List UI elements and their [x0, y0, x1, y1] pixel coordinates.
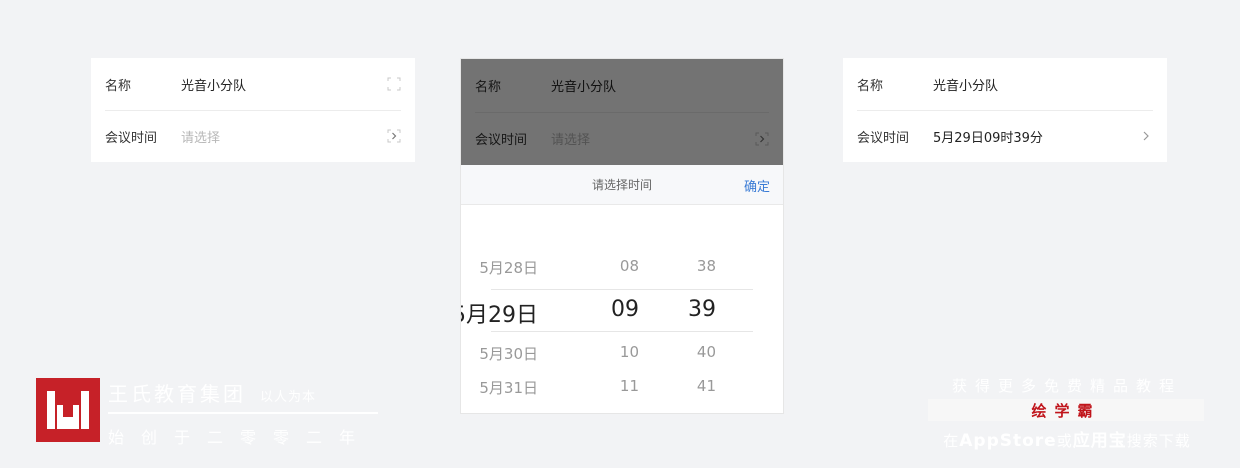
chevron-right-icon[interactable]	[1139, 129, 1153, 143]
promo-foot-yyb: 应用宝	[1072, 431, 1127, 451]
name-label: 名称	[857, 78, 884, 94]
hour-option[interactable]: 08	[620, 257, 639, 275]
promo-text: 获得更多免费精品教程	[951, 377, 1182, 395]
brand-slogan: 以人为本	[260, 390, 317, 405]
form-card-left: 名称 光音小分队 会议时间 请选择	[91, 58, 415, 162]
date-option[interactable]: 5月31日	[479, 377, 538, 398]
brand-subtitle: 始创于二零零二年	[108, 428, 373, 447]
meeting-time-row[interactable]: 会议时间 请选择	[461, 112, 783, 165]
name-value: 光音小分队	[933, 78, 999, 94]
chevron-right-icon[interactable]	[387, 129, 401, 143]
promo-footer: 在AppStore或应用宝搜索下载	[928, 426, 1206, 451]
form-card-middle: 名称 光音小分队 会议时间 请选择	[461, 59, 783, 165]
minute-option[interactable]: 40	[697, 343, 716, 361]
brand-name: 王氏教育集团 以人为本	[108, 378, 316, 407]
promo-brand-box: 绘学霸	[928, 399, 1204, 421]
hour-option[interactable]: 09	[611, 297, 639, 322]
meeting-time-placeholder: 请选择	[551, 133, 591, 148]
date-option[interactable]: 5月30日	[479, 343, 538, 364]
promo-brand: 绘学霸	[1031, 401, 1101, 420]
date-option[interactable]: 5月28日	[479, 257, 538, 278]
selection-line-bottom	[491, 331, 753, 332]
picker-wheel[interactable]: 5月28日 5月29日 5月30日 5月31日 08 09 10 11 38 39 40 41	[461, 205, 783, 413]
chevron-right-icon[interactable]	[755, 132, 769, 146]
form-card-right: 名称 光音小分队 会议时间 5月29日09时39分	[843, 58, 1167, 162]
name-label: 名称	[475, 80, 502, 95]
meeting-time-placeholder: 请选择	[181, 130, 221, 146]
minute-option[interactable]: 38	[697, 257, 716, 275]
picker-toolbar: 请选择时间 确定	[461, 165, 783, 205]
picker-title: 请选择时间	[591, 178, 652, 192]
name-row[interactable]: 名称 光音小分队	[91, 58, 415, 110]
promo-foot-appstore: AppStore	[959, 431, 1057, 451]
meeting-time-row[interactable]: 会议时间 请选择	[91, 110, 415, 162]
hour-option[interactable]: 11	[620, 377, 639, 395]
meeting-time-row[interactable]: 会议时间 5月29日09时39分	[843, 110, 1167, 162]
confirm-button[interactable]: 确定	[744, 165, 770, 205]
name-value: 光音小分队	[551, 80, 617, 95]
date-option[interactable]: 5月29日	[461, 297, 538, 329]
scan-frame-icon[interactable]	[387, 77, 401, 91]
name-value: 光音小分队	[181, 78, 247, 94]
brand-divider	[108, 412, 378, 414]
name-label: 名称	[105, 78, 132, 94]
meeting-time-value: 5月29日09时39分	[933, 130, 1043, 146]
minute-option[interactable]: 39	[688, 297, 716, 322]
name-row[interactable]: 名称 光音小分队	[843, 58, 1167, 110]
name-row[interactable]: 名称 光音小分队	[461, 59, 783, 112]
promo-foot-mid: 或	[1056, 432, 1073, 450]
hour-option[interactable]: 10	[620, 343, 639, 361]
brand-title: 王氏教育集团	[108, 382, 246, 406]
selection-line-top	[491, 289, 753, 290]
promo-foot-post: 搜索下载	[1126, 432, 1191, 450]
meeting-time-label: 会议时间	[475, 133, 528, 148]
minute-option[interactable]: 41	[697, 377, 716, 395]
wangshi-logo-icon	[36, 378, 100, 442]
meeting-time-label: 会议时间	[105, 130, 158, 146]
meeting-time-label: 会议时间	[857, 130, 910, 146]
time-picker-screen: 名称 光音小分队 会议时间 请选择 请选择时间 确定 5月28日 5月29日 5月3…	[460, 58, 784, 414]
promo-foot-pre: 在	[943, 432, 960, 450]
